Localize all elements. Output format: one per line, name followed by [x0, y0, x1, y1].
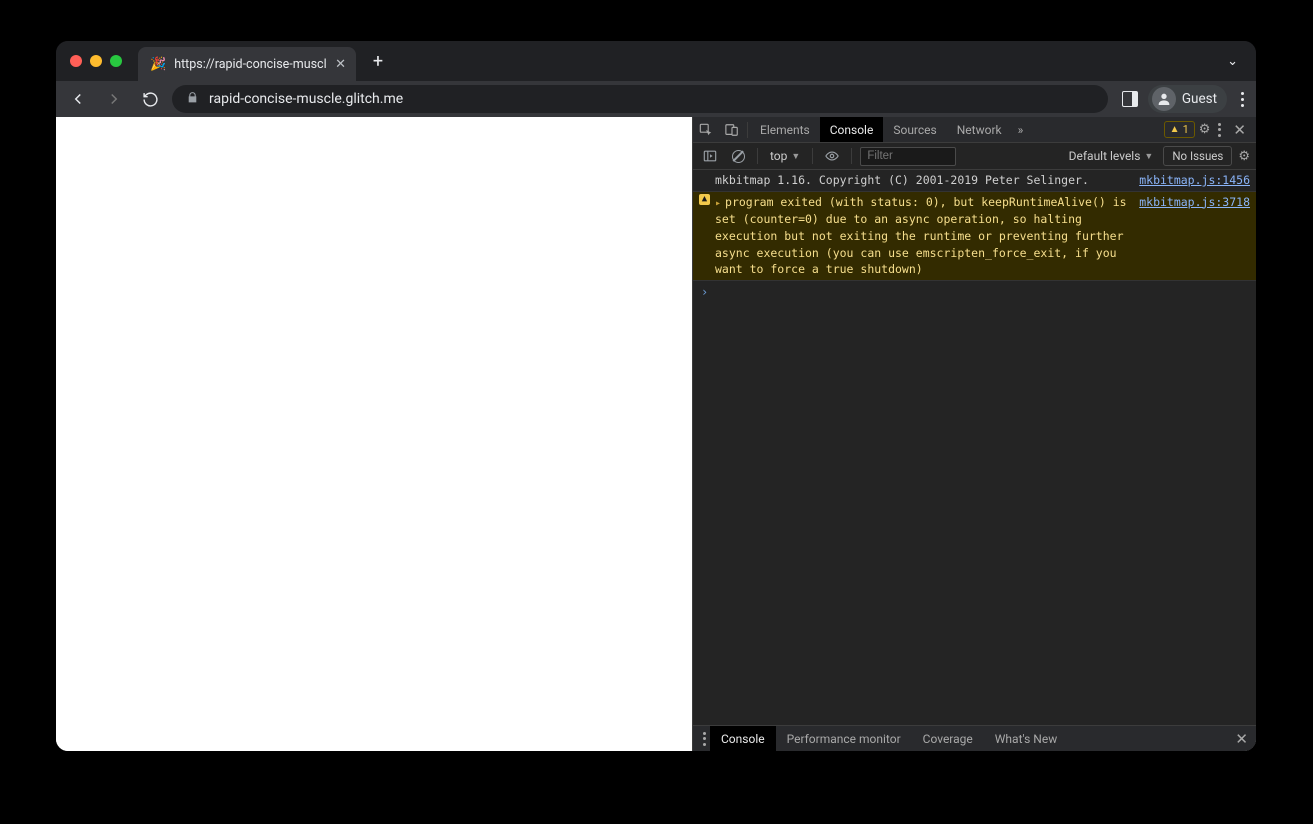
zoom-window-button[interactable]	[110, 55, 122, 67]
browser-window: 🎉 https://rapid-concise-muscle.g ✕ + ⌄	[56, 41, 1256, 751]
warning-count-badge[interactable]: ▲ 1	[1164, 121, 1195, 138]
tab-console[interactable]: Console	[820, 117, 884, 142]
forward-button[interactable]	[100, 85, 128, 113]
console-filter[interactable]	[860, 147, 956, 166]
clear-console-icon[interactable]	[727, 150, 749, 163]
new-tab-button[interactable]: +	[364, 47, 392, 75]
prompt-chevron-icon: ›	[701, 284, 708, 301]
tab-sources[interactable]: Sources	[883, 117, 946, 142]
browser-menu-button[interactable]	[1237, 88, 1248, 111]
issues-button[interactable]: No Issues	[1163, 146, 1232, 166]
drawer-menu-icon[interactable]	[699, 732, 710, 746]
devtools-menu-icon[interactable]	[1214, 123, 1225, 137]
page-viewport[interactable]	[56, 117, 692, 751]
inspect-element-icon[interactable]	[693, 123, 719, 137]
tab-network[interactable]: Network	[947, 117, 1012, 142]
console-settings-icon[interactable]: ⚙	[1238, 149, 1250, 164]
console-output[interactable]: mkbitmap 1.16. Copyright (C) 2001-2019 P…	[693, 170, 1256, 725]
devtools-close-icon[interactable]: ✕	[1229, 121, 1250, 139]
log-source-link[interactable]: mkbitmap.js:3718	[1131, 194, 1250, 278]
back-button[interactable]	[64, 85, 92, 113]
address-bar[interactable]: rapid-concise-muscle.glitch.me	[172, 85, 1108, 113]
tab-elements[interactable]: Elements	[750, 117, 820, 142]
drawer-tab-console[interactable]: Console	[710, 726, 776, 751]
drawer-tab-performance-monitor[interactable]: Performance monitor	[776, 726, 912, 751]
console-sidebar-toggle-icon[interactable]	[699, 149, 721, 163]
side-panel-icon[interactable]	[1122, 91, 1138, 107]
lock-icon	[186, 91, 199, 107]
tabs-dropdown-button[interactable]: ⌄	[1217, 48, 1248, 75]
tab-favicon: 🎉	[150, 58, 166, 71]
warning-icon: ▲	[1170, 124, 1180, 135]
device-toolbar-icon[interactable]	[719, 123, 745, 137]
warning-count: 1	[1183, 123, 1189, 136]
filter-input[interactable]	[860, 147, 956, 166]
window-controls	[70, 55, 122, 67]
log-row-info: mkbitmap 1.16. Copyright (C) 2001-2019 P…	[693, 170, 1256, 192]
chevron-down-icon: ▼	[791, 151, 800, 162]
console-prompt[interactable]: ›	[693, 281, 1256, 304]
devtools-tabbar: Elements Console Sources Network » ▲ 1 ⚙…	[693, 117, 1256, 143]
levels-label: Default levels	[1069, 149, 1141, 163]
console-toolbar: top ▼ Default levels ▼	[693, 143, 1256, 170]
drawer-tab-coverage[interactable]: Coverage	[912, 726, 984, 751]
reload-button[interactable]	[136, 85, 164, 113]
more-tabs-icon[interactable]: »	[1012, 123, 1030, 137]
devtools-panel: Elements Console Sources Network » ▲ 1 ⚙…	[692, 117, 1256, 751]
close-window-button[interactable]	[70, 55, 82, 67]
toolbar: rapid-concise-muscle.glitch.me Guest	[56, 81, 1256, 117]
log-message: program exited (with status: 0), but kee…	[715, 194, 1131, 278]
tab-close-icon[interactable]: ✕	[335, 57, 346, 72]
tab-strip: 🎉 https://rapid-concise-muscle.g ✕ + ⌄	[56, 41, 1256, 81]
tab-title: https://rapid-concise-muscle.g	[174, 57, 327, 72]
avatar-icon	[1152, 87, 1176, 111]
log-message: mkbitmap 1.16. Copyright (C) 2001-2019 P…	[715, 172, 1131, 189]
log-row-warn: program exited (with status: 0), but kee…	[693, 192, 1256, 281]
content-area: Elements Console Sources Network » ▲ 1 ⚙…	[56, 117, 1256, 751]
context-label: top	[770, 149, 787, 163]
profile-label: Guest	[1182, 91, 1217, 107]
live-expression-icon[interactable]	[821, 149, 843, 163]
execution-context-selector[interactable]: top ▼	[766, 149, 804, 163]
devtools-settings-icon[interactable]: ⚙	[1199, 122, 1211, 137]
log-source-link[interactable]: mkbitmap.js:1456	[1131, 172, 1250, 189]
profile-chip[interactable]: Guest	[1148, 85, 1227, 113]
browser-tab[interactable]: 🎉 https://rapid-concise-muscle.g ✕	[138, 47, 356, 81]
drawer-close-icon[interactable]: ✕	[1233, 730, 1250, 748]
chevron-down-icon: ▼	[1144, 151, 1153, 162]
drawer-tab-whats-new[interactable]: What's New	[984, 726, 1068, 751]
minimize-window-button[interactable]	[90, 55, 102, 67]
devtools-drawer: Console Performance monitor Coverage Wha…	[693, 725, 1256, 751]
url-text: rapid-concise-muscle.glitch.me	[209, 91, 403, 107]
log-levels-selector[interactable]: Default levels ▼	[1065, 149, 1158, 163]
